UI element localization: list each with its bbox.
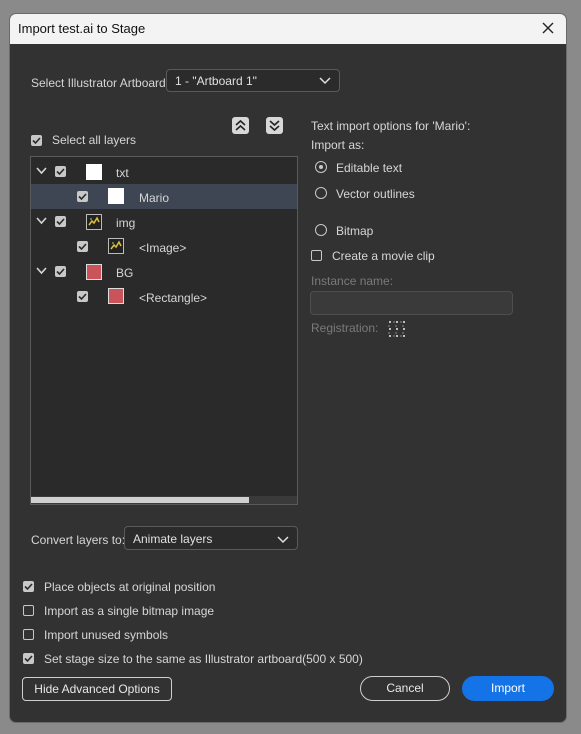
layer-checkbox[interactable] — [55, 266, 66, 277]
image-thumbnail-icon — [108, 238, 124, 254]
bitmap-label: Bitmap — [336, 224, 374, 238]
radio-vector-outlines[interactable] — [315, 187, 327, 199]
layer-row-mario[interactable]: Mario — [31, 184, 297, 209]
title-bar: Import test.ai to Stage — [10, 14, 566, 44]
select-all-checkbox[interactable] — [31, 135, 42, 146]
import-button[interactable]: Import — [462, 676, 554, 701]
instance-name-label: Instance name: — [311, 274, 394, 288]
layer-thumbnail — [86, 264, 102, 280]
layer-checkbox[interactable] — [55, 216, 66, 227]
unused-symbols-checkbox[interactable] — [23, 629, 34, 640]
single-bitmap-label: Import as a single bitmap image — [44, 604, 215, 618]
scrollbar-thumb[interactable] — [31, 497, 249, 503]
convert-layers-label: Convert layers to: — [31, 533, 126, 547]
registration-label: Registration: — [311, 321, 379, 335]
checkmark-icon — [56, 268, 65, 276]
layer-checkbox[interactable] — [77, 241, 88, 252]
layer-name: BG — [116, 266, 134, 280]
layer-thumbnail — [86, 164, 102, 180]
layer-name: <Image> — [139, 241, 187, 255]
hide-advanced-options-button[interactable]: Hide Advanced Options — [22, 677, 172, 701]
layer-row-img[interactable]: img — [31, 209, 297, 234]
stage-size-label: Set stage size to the same as Illustrato… — [44, 652, 363, 666]
convert-layers-select[interactable]: Animate layers — [124, 526, 298, 550]
vector-outlines-label: Vector outlines — [336, 187, 415, 201]
checkmark-icon — [32, 137, 41, 145]
move-to-bottom-button[interactable] — [266, 117, 283, 134]
layer-name: txt — [116, 166, 129, 180]
text-options-heading: Text import options for 'Mario': — [311, 119, 471, 133]
artboard-select[interactable]: 1 - "Artboard 1" — [166, 69, 340, 92]
chevron-down-icon[interactable] — [36, 267, 47, 275]
cancel-button[interactable]: Cancel — [360, 676, 450, 701]
unused-symbols-label: Import unused symbols — [44, 628, 169, 642]
move-to-top-button[interactable] — [232, 117, 249, 134]
double-chevron-up-icon — [235, 119, 246, 131]
layers-tree: txt Mario img <Image> BG <Rectangle> — [30, 156, 298, 505]
instance-name-input[interactable] — [310, 291, 513, 315]
single-bitmap-checkbox[interactable] — [23, 605, 34, 616]
dialog-title: Import test.ai to Stage — [18, 21, 146, 36]
layer-thumbnail — [108, 188, 124, 204]
checkmark-icon — [24, 583, 33, 591]
layer-row-txt[interactable]: txt — [31, 159, 297, 184]
checkmark-icon — [78, 293, 87, 301]
import-dialog: Import test.ai to Stage Select Illustrat… — [10, 14, 566, 722]
checkmark-icon — [56, 218, 65, 226]
artboard-select-value: 1 - "Artboard 1" — [175, 74, 257, 88]
checkmark-icon — [56, 168, 65, 176]
double-chevron-down-icon — [269, 120, 280, 132]
layer-row-bg[interactable]: BG — [31, 259, 297, 284]
close-icon[interactable] — [538, 18, 558, 38]
checkmark-icon — [24, 655, 33, 663]
layer-row-image[interactable]: <Image> — [31, 234, 297, 259]
radio-editable-text[interactable] — [315, 161, 327, 173]
checkmark-icon — [78, 243, 87, 251]
checkmark-icon — [78, 193, 87, 201]
place-original-position-label: Place objects at original position — [44, 580, 216, 594]
layer-name: Mario — [139, 191, 170, 205]
layer-checkbox[interactable] — [55, 166, 66, 177]
layer-row-rectangle[interactable]: <Rectangle> — [31, 284, 297, 309]
horizontal-scrollbar[interactable] — [31, 496, 297, 504]
layer-name: img — [116, 216, 136, 230]
stage-size-checkbox[interactable] — [23, 653, 34, 664]
registration-grid-icon[interactable] — [387, 319, 407, 339]
radio-bitmap[interactable] — [315, 224, 327, 236]
layer-name: <Rectangle> — [139, 291, 208, 305]
layer-checkbox[interactable] — [77, 291, 88, 302]
chevron-down-icon — [277, 536, 289, 544]
chevron-down-icon[interactable] — [36, 217, 47, 225]
movie-clip-checkbox[interactable] — [311, 250, 322, 261]
place-original-position-checkbox[interactable] — [23, 581, 34, 592]
chevron-down-icon — [319, 77, 331, 85]
import-as-label: Import as: — [311, 138, 365, 152]
image-thumbnail-icon — [86, 214, 102, 230]
layer-thumbnail — [108, 288, 124, 304]
artboard-label: Select Illustrator Artboard: — [31, 76, 170, 90]
movie-clip-label: Create a movie clip — [332, 249, 435, 263]
convert-layers-value: Animate layers — [133, 532, 213, 546]
select-all-label: Select all layers — [52, 133, 137, 147]
chevron-down-icon[interactable] — [36, 167, 47, 175]
editable-text-label: Editable text — [336, 161, 403, 175]
layer-checkbox[interactable] — [77, 191, 88, 202]
